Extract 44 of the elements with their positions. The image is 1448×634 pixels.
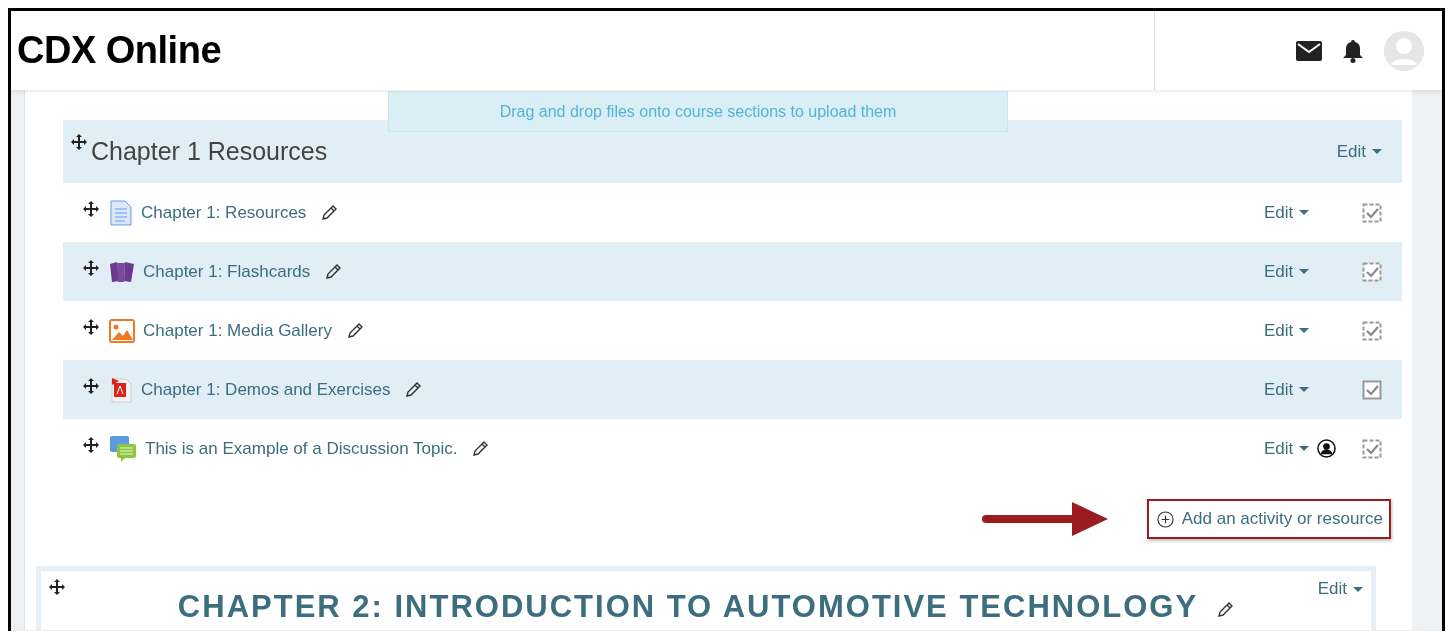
completion-checkbox[interactable]: [1362, 320, 1382, 341]
pencil-icon[interactable]: [1216, 601, 1235, 619]
pencil-icon[interactable]: [346, 321, 364, 340]
cards-icon: [109, 260, 135, 283]
image-icon: [109, 318, 135, 343]
edit-menu[interactable]: Edit: [1264, 379, 1310, 400]
completion-checkbox[interactable]: [1362, 261, 1382, 282]
edit-menu[interactable]: Edit: [1336, 141, 1382, 162]
pencil-icon[interactable]: [320, 203, 339, 222]
pencil-icon[interactable]: [324, 262, 343, 281]
activity-link[interactable]: This is an Example of a Discussion Topic.: [145, 438, 458, 459]
edit-menu[interactable]: Edit: [1264, 438, 1310, 459]
activity-link[interactable]: Chapter 1: Flashcards: [143, 261, 311, 282]
move-icon[interactable]: [83, 436, 99, 453]
logo-text[interactable]: CDX Online: [17, 29, 222, 72]
bell-icon[interactable]: [1342, 38, 1364, 63]
plus-circle-icon: [1156, 510, 1174, 528]
pencil-icon[interactable]: [471, 439, 490, 458]
activity-link[interactable]: Chapter 1: Media Gallery: [143, 320, 332, 341]
envelope-icon[interactable]: [1296, 40, 1322, 61]
chat-bubbles-icon: [109, 434, 137, 463]
move-icon[interactable]: [83, 259, 99, 276]
document-icon: [109, 199, 133, 226]
edit-menu[interactable]: Edit: [1264, 320, 1310, 341]
section-title: Chapter 1 Resources: [91, 137, 328, 166]
edit-menu[interactable]: Edit: [1264, 202, 1310, 223]
completion-checkbox[interactable]: [1362, 202, 1382, 223]
move-icon[interactable]: [83, 200, 99, 217]
edit-menu[interactable]: Edit: [1264, 261, 1310, 282]
activity-link[interactable]: Chapter 1: Resources: [141, 202, 307, 223]
pdf-icon: [109, 376, 133, 403]
move-icon[interactable]: [83, 377, 99, 394]
move-icon[interactable]: [71, 134, 87, 150]
activity-link[interactable]: Chapter 1: Demos and Exercises: [141, 379, 391, 400]
completion-checkbox[interactable]: [1362, 379, 1382, 400]
pencil-icon[interactable]: [404, 380, 423, 399]
upload-notice: Drag and drop files onto course sections to upload them: [388, 91, 1008, 132]
section-title: CHAPTER 2: INTRODUCTION TO AUTOMOTIVE TECHNOLOGY: [177, 589, 1199, 625]
edit-menu[interactable]: Edit: [1317, 579, 1363, 599]
user-icon[interactable]: [1317, 439, 1337, 458]
move-icon[interactable]: [49, 579, 65, 595]
completion-checkbox[interactable]: [1362, 438, 1382, 459]
add-activity-button[interactable]: Add an activity or resource: [1146, 499, 1391, 539]
move-icon[interactable]: [83, 318, 99, 335]
